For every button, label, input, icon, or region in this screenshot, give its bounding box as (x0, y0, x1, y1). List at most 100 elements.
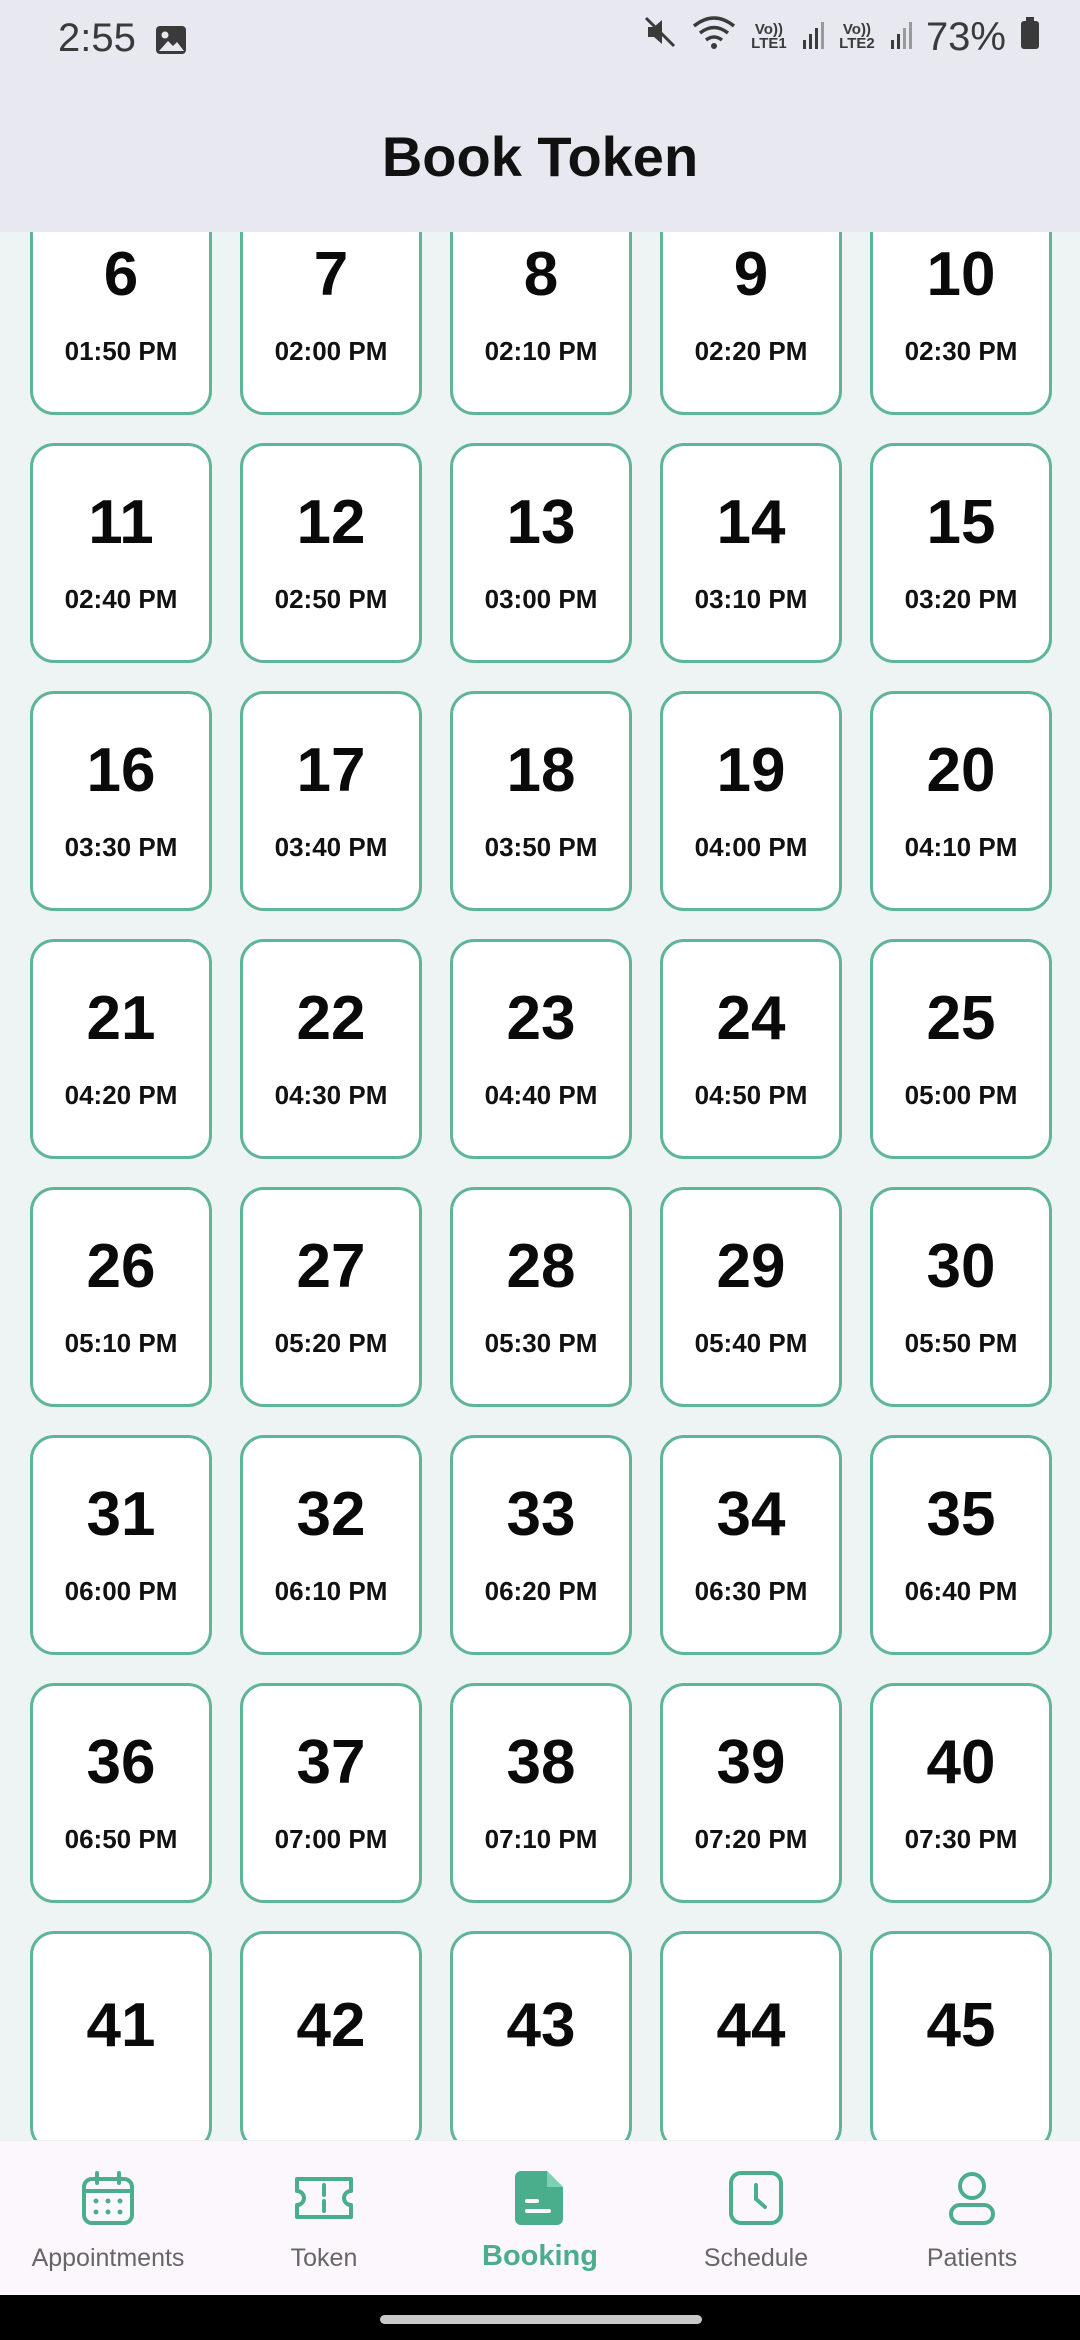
status-icons: Vo)) LTE1 Vo)) LTE2 73% (642, 14, 1040, 60)
token-tile[interactable]: 18 03:50 PM (450, 691, 632, 911)
token-tile[interactable]: 45 (870, 1931, 1052, 2140)
token-number: 40 (926, 1727, 996, 1797)
token-number: 21 (86, 983, 156, 1053)
token-time: 07:20 PM (694, 1823, 808, 1854)
token-tile[interactable]: 14 03:10 PM (660, 443, 842, 663)
token-number: 30 (926, 1231, 996, 1301)
token-tile[interactable]: 37 07:00 PM (240, 1683, 422, 1903)
token-time: 06:40 PM (904, 1575, 1018, 1606)
token-tile[interactable]: 38 07:10 PM (450, 1683, 632, 1903)
token-tile[interactable]: 30 05:50 PM (870, 1187, 1052, 1407)
token-tile[interactable]: 44 (660, 1931, 842, 2140)
token-tile[interactable]: 23 04:40 PM (450, 939, 632, 1159)
token-tile[interactable]: 41 (30, 1931, 212, 2140)
token-number: 18 (506, 735, 576, 805)
bottom-nav: Appointments Token Booking Schedule Pati… (0, 2140, 1080, 2296)
token-tile[interactable]: 11 02:40 PM (30, 443, 212, 663)
token-tile[interactable]: 36 06:50 PM (30, 1683, 212, 1903)
token-time: 06:50 PM (64, 1823, 178, 1854)
token-tile[interactable]: 17 03:40 PM (240, 691, 422, 911)
signal-icon-2 (890, 15, 912, 60)
token-number: 25 (926, 983, 996, 1053)
token-tile[interactable]: 13 03:00 PM (450, 443, 632, 663)
token-number: 34 (716, 1479, 786, 1549)
sim2-label: Vo)) LTE2 (839, 21, 875, 52)
token-tile[interactable]: 6 01:50 PM (30, 232, 212, 415)
sim1-label: Vo)) LTE1 (751, 21, 787, 52)
token-tile[interactable]: 8 02:10 PM (450, 232, 632, 415)
token-number: 20 (926, 735, 996, 805)
token-tile[interactable]: 34 06:30 PM (660, 1435, 842, 1655)
token-tile[interactable]: 10 02:30 PM (870, 232, 1052, 415)
token-number: 24 (716, 983, 786, 1053)
token-time: 03:10 PM (694, 583, 808, 614)
token-tile[interactable]: 20 04:10 PM (870, 691, 1052, 911)
token-time: 06:00 PM (64, 1575, 178, 1606)
token-number: 33 (506, 1479, 576, 1549)
token-tile[interactable]: 26 05:10 PM (30, 1187, 212, 1407)
token-tile[interactable]: 25 05:00 PM (870, 939, 1052, 1159)
nav-booking[interactable]: Booking (440, 2141, 640, 2273)
token-number: 44 (716, 1991, 786, 2060)
token-number: 41 (86, 1991, 156, 2060)
token-tile[interactable]: 35 06:40 PM (870, 1435, 1052, 1655)
status-time: 2:55 (58, 16, 136, 60)
nav-token[interactable]: Token (224, 2141, 424, 2273)
token-tile[interactable]: 15 03:20 PM (870, 443, 1052, 663)
token-tile[interactable]: 22 04:30 PM (240, 939, 422, 1159)
battery-percent: 73% (925, 14, 1006, 59)
token-tile[interactable]: 31 06:00 PM (30, 1435, 212, 1655)
token-time: 07:10 PM (484, 1823, 598, 1854)
token-grid-scroll[interactable]: 6 01:50 PM 7 02:00 PM 8 02:10 PM 9 02:20 PM 10 02… (0, 232, 1080, 2140)
nav-schedule[interactable]: Schedule (656, 2141, 856, 2273)
token-tile[interactable]: 43 (450, 1931, 632, 2140)
token-tile[interactable]: 28 05:30 PM (450, 1187, 632, 1407)
token-time: 06:10 PM (274, 1575, 388, 1606)
token-time: 04:30 PM (274, 1079, 388, 1110)
token-tile[interactable]: 42 (240, 1931, 422, 2140)
token-tile[interactable]: 7 02:00 PM (240, 232, 422, 415)
gallery-notification-icon (154, 24, 188, 61)
token-number: 45 (926, 1991, 996, 2060)
token-tile[interactable]: 16 03:30 PM (30, 691, 212, 911)
nav-label-token: Token (290, 2244, 358, 2272)
nav-label-appointments: Appointments (31, 2244, 185, 2272)
wifi-icon (692, 14, 736, 60)
token-time: 06:20 PM (484, 1575, 598, 1606)
token-number: 37 (296, 1727, 366, 1797)
nav-patients[interactable]: Patients (872, 2141, 1072, 2273)
token-time: 07:00 PM (274, 1823, 388, 1854)
token-tile[interactable]: 40 07:30 PM (870, 1683, 1052, 1903)
token-time: 02:30 PM (904, 335, 1018, 366)
nav-appointments[interactable]: Appointments (8, 2141, 208, 2273)
token-grid: 6 01:50 PM 7 02:00 PM 8 02:10 PM 9 02:20 PM 10 02… (30, 232, 1052, 2140)
token-number: 14 (716, 487, 786, 557)
token-number: 26 (86, 1231, 156, 1301)
token-time: 03:30 PM (64, 831, 178, 862)
token-tile[interactable]: 32 06:10 PM (240, 1435, 422, 1655)
token-tile[interactable]: 9 02:20 PM (660, 232, 842, 415)
token-number: 10 (926, 239, 996, 309)
token-time: 03:50 PM (484, 831, 598, 862)
token-number: 29 (716, 1231, 786, 1301)
token-number: 35 (926, 1479, 996, 1549)
token-tile[interactable]: 21 04:20 PM (30, 939, 212, 1159)
token-tile[interactable]: 27 05:20 PM (240, 1187, 422, 1407)
token-tile[interactable]: 39 07:20 PM (660, 1683, 842, 1903)
token-tile[interactable]: 24 04:50 PM (660, 939, 842, 1159)
token-number: 9 (733, 239, 769, 309)
token-number: 7 (313, 239, 349, 309)
token-time: 04:20 PM (64, 1079, 178, 1110)
token-number: 8 (523, 239, 559, 309)
token-tile[interactable]: 33 06:20 PM (450, 1435, 632, 1655)
token-tile[interactable]: 29 05:40 PM (660, 1187, 842, 1407)
token-tile[interactable]: 19 04:00 PM (660, 691, 842, 911)
token-time: 03:00 PM (484, 583, 598, 614)
token-time: 05:30 PM (484, 1327, 598, 1358)
token-time: 03:40 PM (274, 831, 388, 862)
token-number: 15 (926, 487, 996, 557)
token-time: 02:40 PM (64, 583, 178, 614)
token-number: 11 (88, 487, 154, 557)
token-tile[interactable]: 12 02:50 PM (240, 443, 422, 663)
home-gesture-handle[interactable] (380, 2315, 702, 2324)
